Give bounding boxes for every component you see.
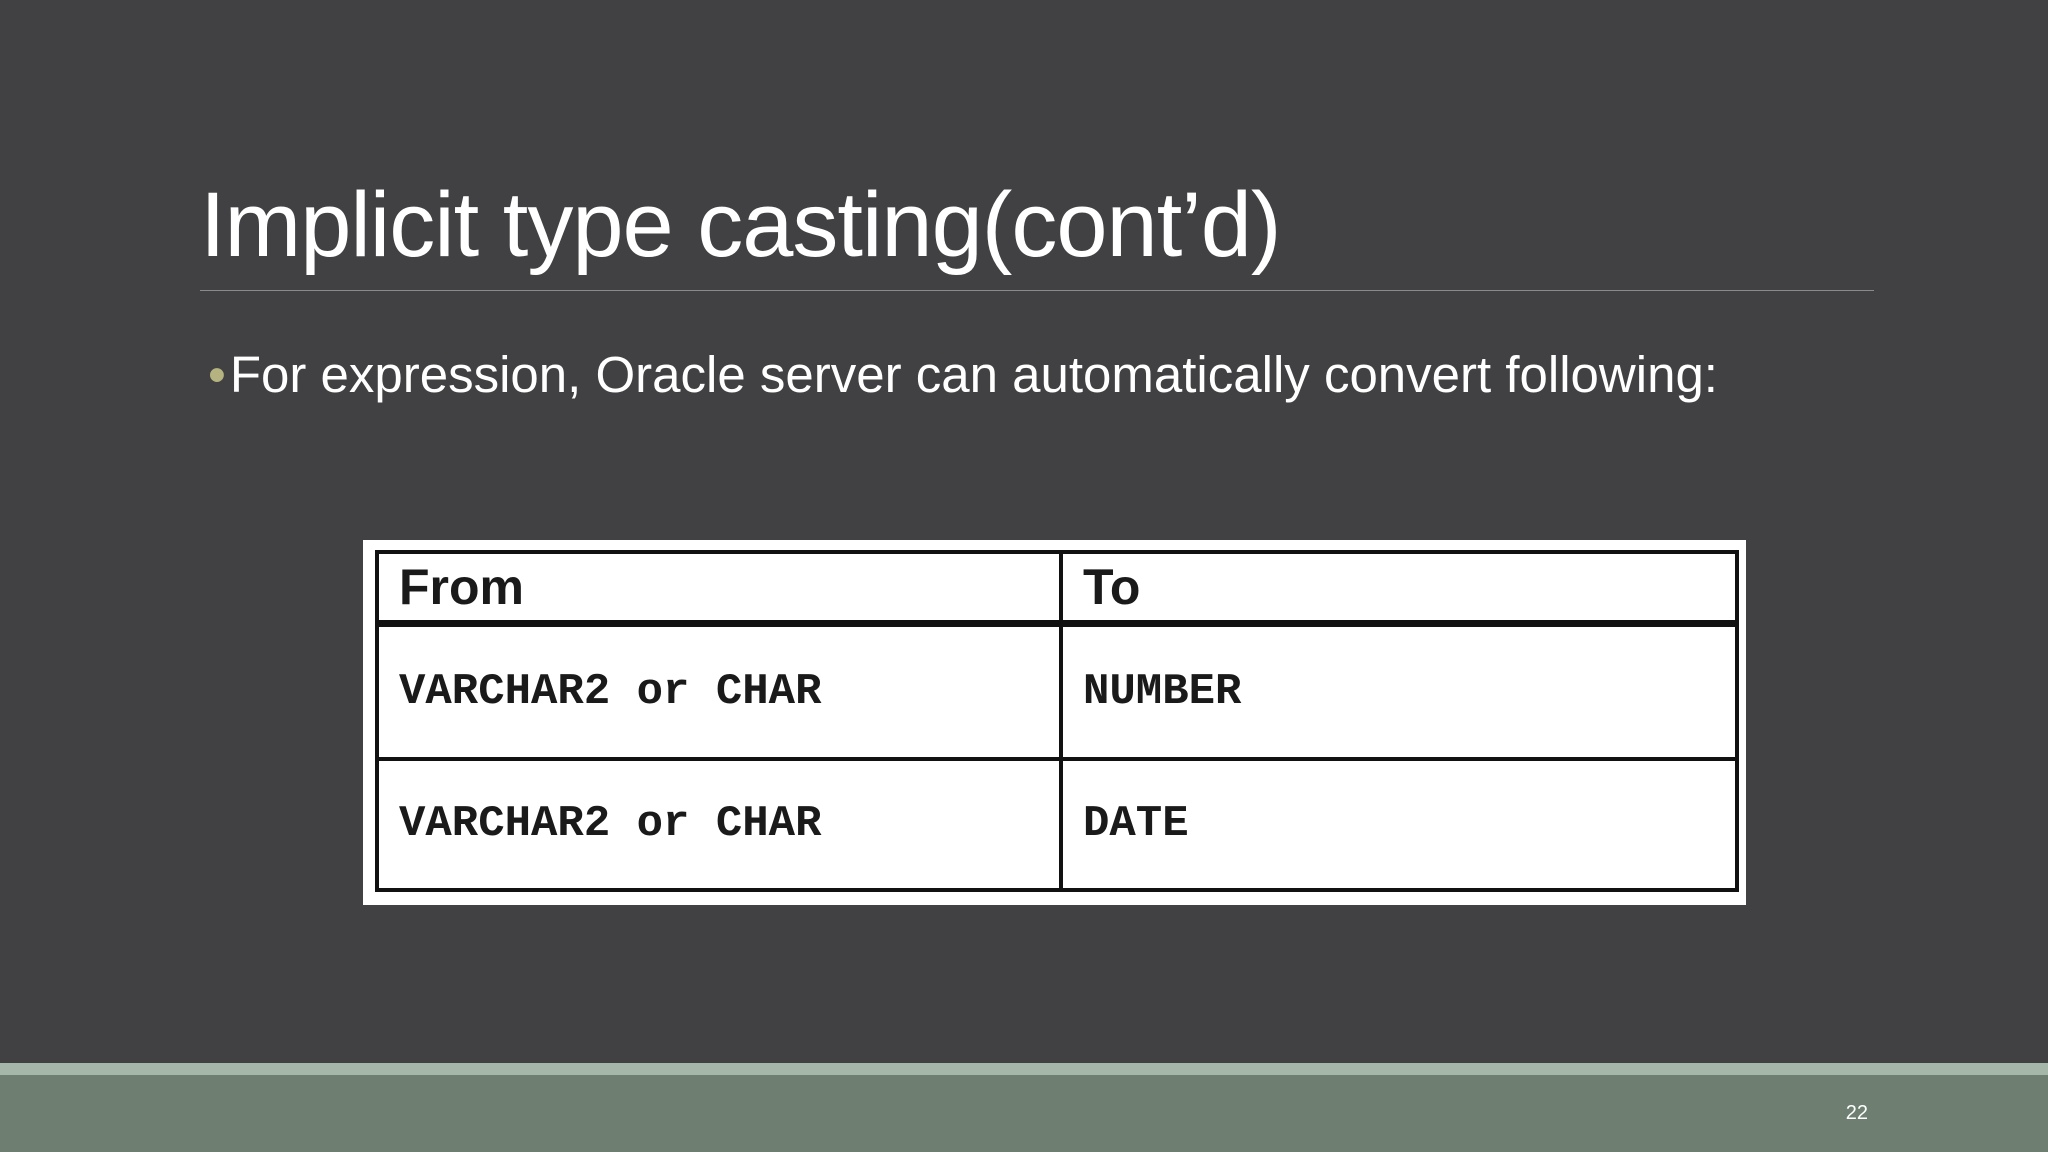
conversion-table-image: From To VARCHAR2 or CHAR NUMBER VARCHAR2…	[363, 540, 1746, 905]
bullet-item: •For expression, Oracle server can autom…	[208, 344, 1718, 406]
from-cell: VARCHAR2 or CHAR	[375, 756, 1063, 893]
from-cell: VARCHAR2 or CHAR	[375, 621, 1063, 761]
slide-title: Implicit type casting(cont’d)	[200, 174, 1282, 276]
column-header-to: To	[1059, 550, 1739, 627]
table-header-row: From To	[375, 550, 1739, 627]
column-header-from: From	[375, 550, 1063, 627]
table-row: VARCHAR2 or CHAR DATE	[375, 756, 1739, 893]
table-row: VARCHAR2 or CHAR NUMBER	[375, 621, 1739, 761]
bullet-marker: •	[208, 346, 226, 403]
conversion-table: From To VARCHAR2 or CHAR NUMBER VARCHAR2…	[375, 550, 1739, 893]
page-number: 22	[1845, 1102, 1868, 1124]
bullet-text: For expression, Oracle server can automa…	[229, 346, 1718, 403]
footer-band	[0, 1063, 2048, 1152]
to-cell: DATE	[1059, 756, 1739, 893]
title-divider	[200, 290, 1874, 291]
to-cell: NUMBER	[1059, 621, 1739, 761]
